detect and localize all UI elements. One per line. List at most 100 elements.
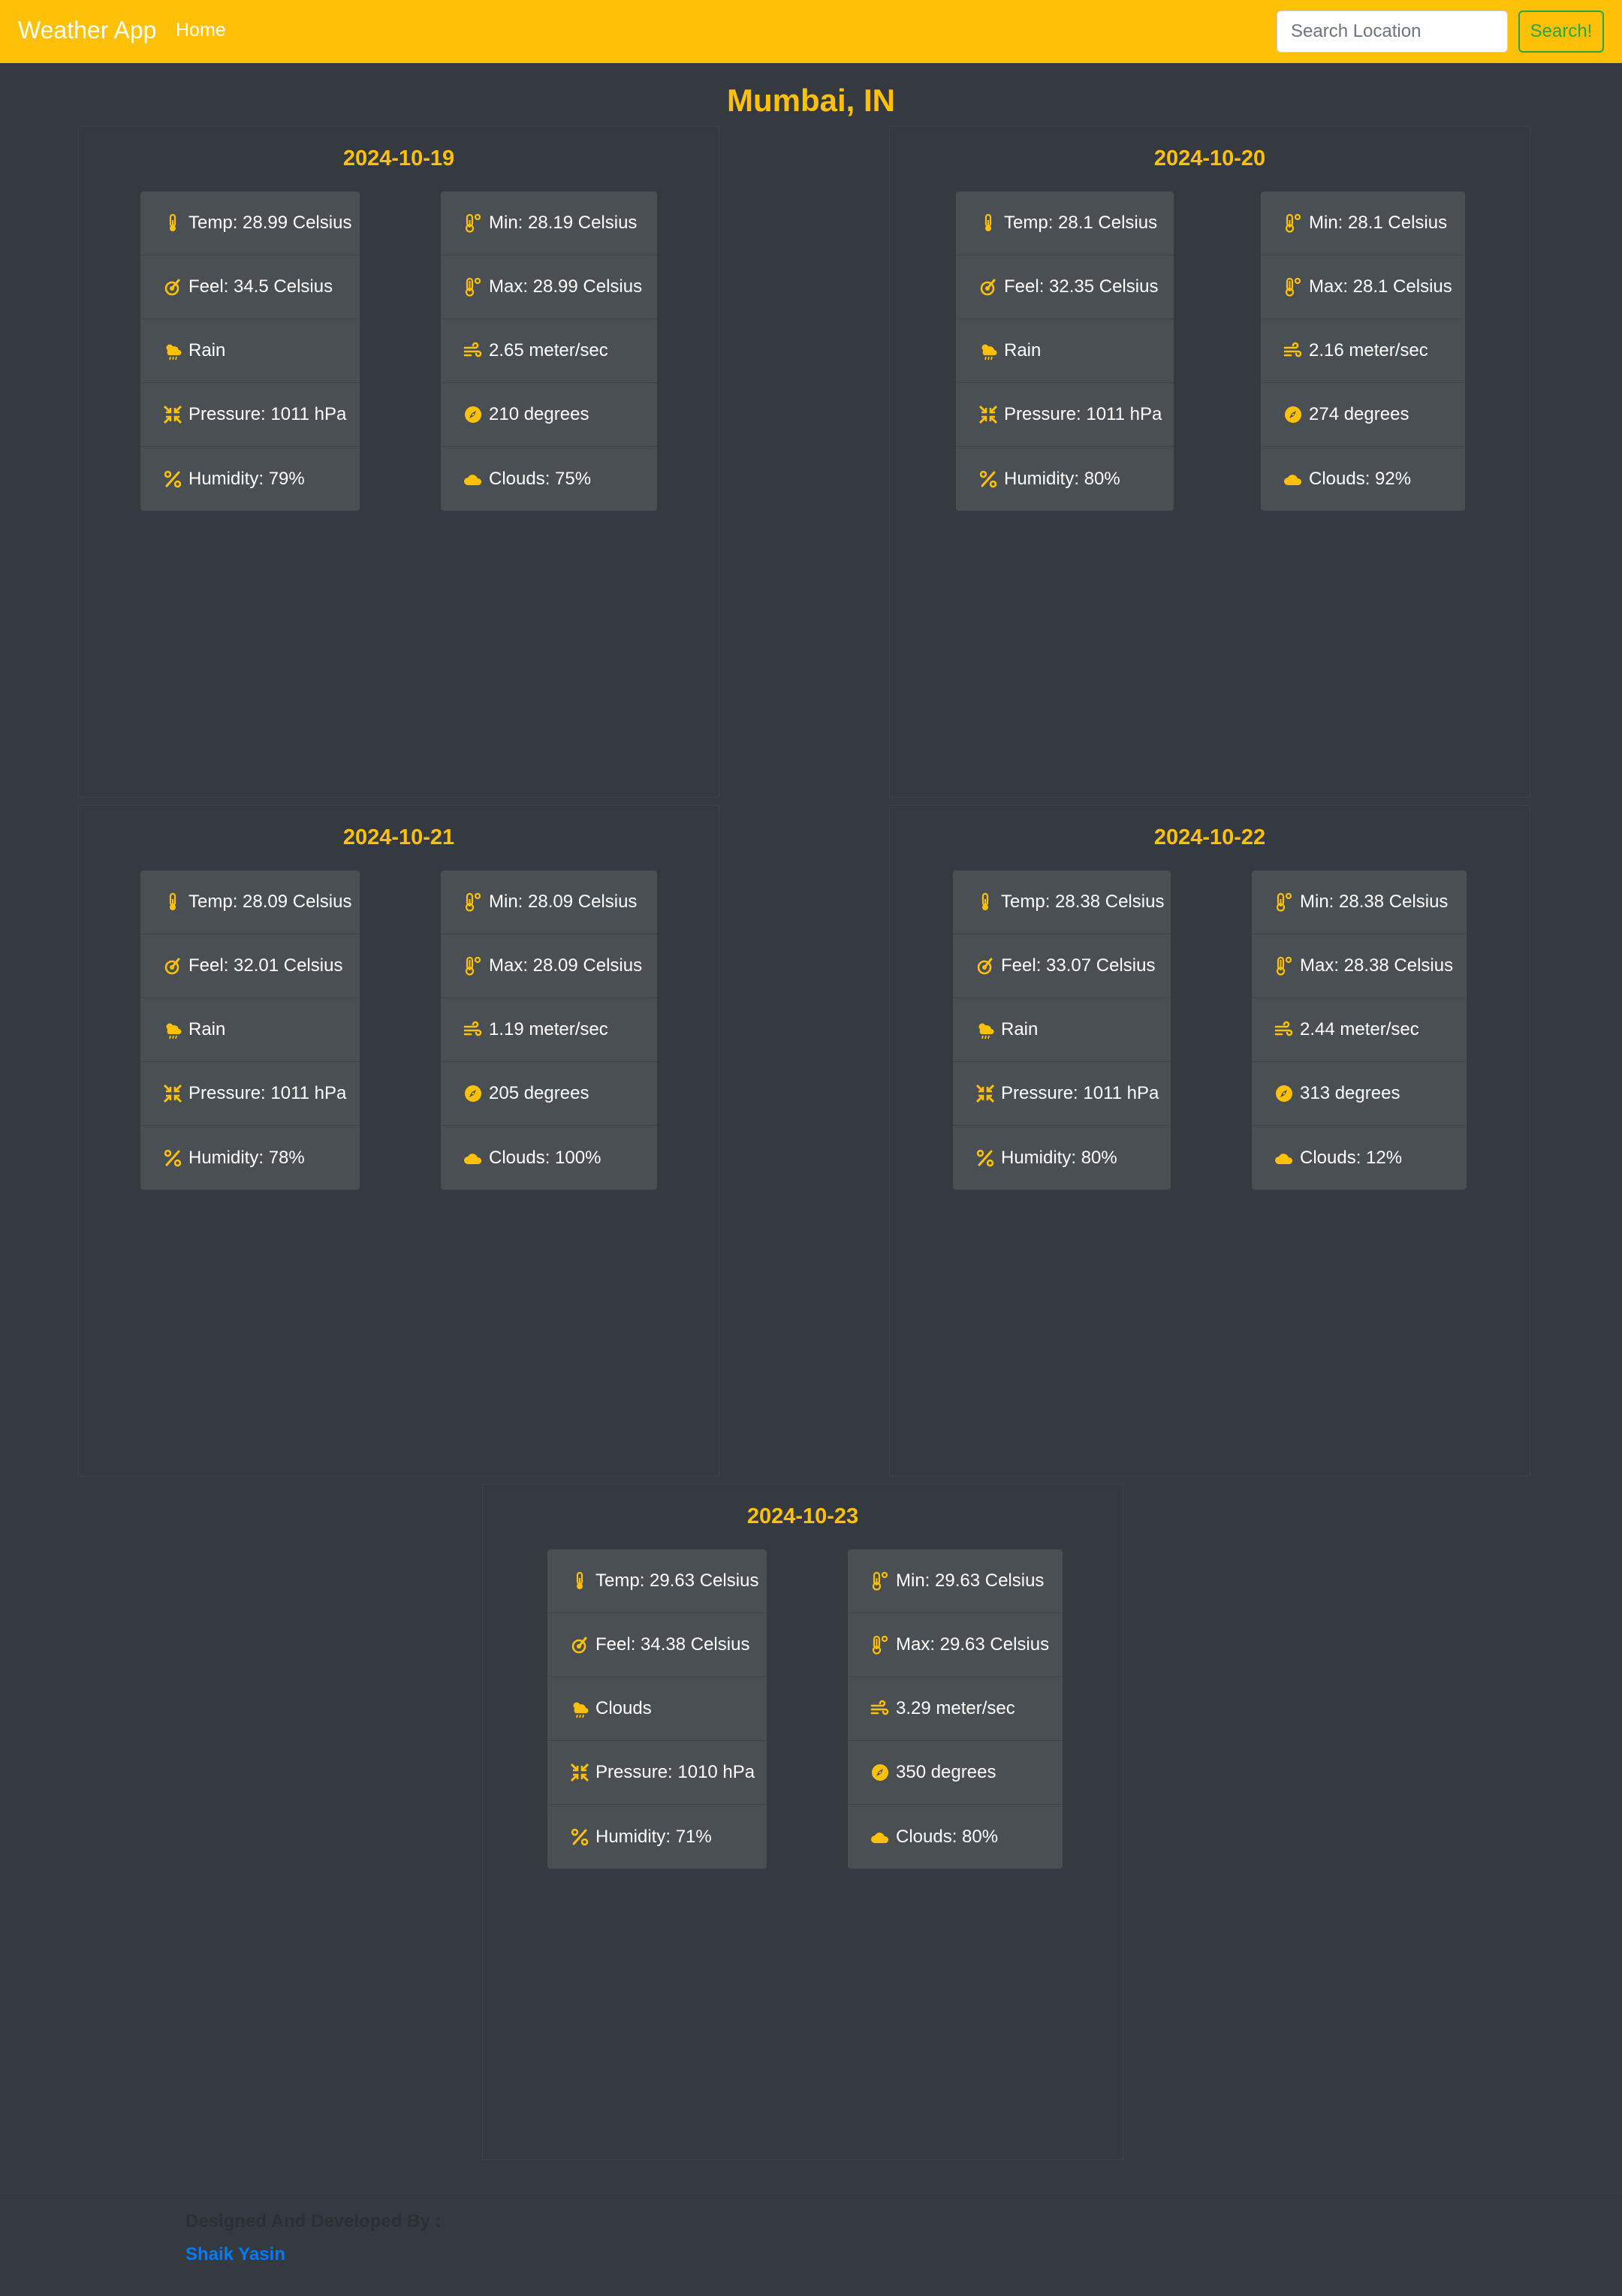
wind-icon [870, 1699, 890, 1718]
weather-item-text: Humidity: 79% [188, 468, 305, 489]
weather-item-text: Feel: 32.01 Celsius [188, 955, 343, 976]
weather-item-min: Min: 28.09 Celsius [441, 870, 657, 934]
weather-item-pressure: Pressure: 1010 hPa [547, 1741, 767, 1805]
weather-item-clouds: Clouds: 100% [441, 1126, 657, 1190]
sun-rain-icon [975, 1020, 995, 1039]
weather-item-temp: Temp: 28.99 Celsius [140, 192, 360, 255]
weather-item-feel: Feel: 32.35 Celsius [956, 255, 1174, 319]
day-date: 2024-10-22 [1153, 825, 1266, 849]
percent-icon [163, 469, 182, 489]
pressure-icon [570, 1763, 589, 1782]
search-input[interactable] [1277, 11, 1508, 53]
thermometer-degree-icon [463, 956, 483, 976]
weather-list-right: Min: 28.1 Celsius Max: 28.1 Celsius 2.16 m… [1261, 192, 1465, 511]
thermometer-icon [975, 892, 995, 912]
weather-item-text: Rain [1001, 1019, 1039, 1039]
percent-icon [163, 1148, 182, 1168]
weather-item-text: Pressure: 1010 hPa [595, 1762, 755, 1782]
thermometer-degree-icon [463, 213, 483, 233]
weather-item-direction: 313 degrees [1252, 1062, 1467, 1126]
weather-item-condition: Rain [956, 319, 1174, 383]
thermometer-degree-icon [1274, 956, 1294, 976]
weather-item-max: Max: 28.09 Celsius [441, 934, 657, 998]
weather-item-condition: Rain [140, 998, 360, 1062]
navbar: Weather App Home Search! [0, 0, 1622, 63]
weather-item-condition: Clouds [547, 1677, 767, 1741]
weather-item-text: Humidity: 80% [1004, 468, 1120, 489]
weather-item-pressure: Pressure: 1011 hPa [956, 383, 1174, 447]
cloud-icon [1274, 1148, 1294, 1168]
day-date: 2024-10-21 [342, 825, 455, 849]
weather-item-feel: Feel: 33.07 Celsius [953, 934, 1171, 998]
weather-item-max: Max: 29.63 Celsius [848, 1613, 1063, 1677]
thermometer-icon [978, 213, 998, 233]
weather-item-text: Clouds: 12% [1300, 1147, 1403, 1168]
weather-item-clouds: Clouds: 92% [1261, 447, 1465, 511]
weather-item-text: Pressure: 1011 hPa [1004, 404, 1162, 424]
weather-item-text: Pressure: 1011 hPa [188, 404, 347, 424]
weather-item-text: Feel: 34.5 Celsius [188, 276, 333, 297]
city-title: Mumbai, IN [726, 83, 895, 118]
weather-item-humidity: Humidity: 71% [547, 1805, 767, 1869]
sun-rain-icon [163, 1020, 182, 1039]
weather-item-feel: Feel: 34.5 Celsius [140, 255, 360, 319]
pressure-icon [978, 405, 998, 424]
weather-item-min: Min: 28.38 Celsius [1252, 870, 1467, 934]
feel-icon [163, 956, 182, 976]
feel-icon [975, 956, 995, 976]
weather-item-humidity: Humidity: 80% [953, 1126, 1171, 1190]
weather-item-feel: Feel: 32.01 Celsius [140, 934, 360, 998]
weather-item-wind: 3.29 meter/sec [848, 1677, 1063, 1741]
sun-rain-icon [163, 341, 182, 361]
footer-label: Designed And Developed By : [185, 2211, 442, 2231]
weather-item-text: Temp: 28.1 Celsius [1004, 213, 1158, 233]
weather-item-text: Max: 28.09 Celsius [489, 955, 643, 976]
weather-item-wind: 1.19 meter/sec [441, 998, 657, 1062]
day-date: 2024-10-23 [746, 1504, 859, 1528]
weather-item-text: 3.29 meter/sec [896, 1698, 1015, 1718]
day-date: 2024-10-20 [1153, 146, 1266, 170]
nav-home-link[interactable]: Home [176, 20, 226, 41]
weather-item-pressure: Pressure: 1011 hPa [953, 1062, 1171, 1126]
weather-item-text: Pressure: 1011 hPa [1001, 1083, 1159, 1103]
thermometer-degree-icon [1283, 213, 1303, 233]
weather-item-wind: 2.16 meter/sec [1261, 319, 1465, 383]
pressure-icon [163, 405, 182, 424]
weather-item-humidity: Humidity: 79% [140, 447, 360, 511]
weather-item-text: Max: 28.1 Celsius [1309, 276, 1452, 297]
cloud-icon [463, 1148, 483, 1168]
weather-item-text: 274 degrees [1309, 404, 1409, 424]
weather-list-right: Min: 29.63 Celsius Max: 29.63 Celsius 3.29… [848, 1549, 1063, 1869]
wind-icon [463, 341, 483, 361]
weather-item-min: Min: 28.1 Celsius [1261, 192, 1465, 255]
weather-item-pressure: Pressure: 1011 hPa [140, 383, 360, 447]
weather-list-left: Temp: 29.63 Celsius Feel: 34.38 Celsius Cl… [547, 1549, 767, 1869]
weather-item-direction: 210 degrees [441, 383, 657, 447]
weather-item-min: Min: 29.63 Celsius [848, 1549, 1063, 1613]
sun-rain-icon [978, 341, 998, 361]
thermometer-degree-icon [1283, 277, 1303, 297]
weather-item-condition: Rain [953, 998, 1171, 1062]
search-button[interactable]: Search! [1518, 11, 1604, 53]
compass-icon [1283, 405, 1303, 424]
day-card: 2024-10-21 Temp: 28.09 Celsius Feel: 32.01… [78, 805, 719, 1477]
weather-item-direction: 274 degrees [1261, 383, 1465, 447]
weather-item-wind: 2.44 meter/sec [1252, 998, 1467, 1062]
wind-icon [1274, 1020, 1294, 1039]
brand-link[interactable]: Weather App [18, 17, 156, 44]
weather-item-text: Clouds: 92% [1309, 468, 1412, 489]
weather-item-text: Pressure: 1011 hPa [188, 1083, 347, 1103]
weather-item-text: 2.65 meter/sec [489, 340, 608, 361]
weather-item-text: 2.44 meter/sec [1300, 1019, 1419, 1039]
weather-item-clouds: Clouds: 80% [848, 1805, 1063, 1869]
weather-item-text: 313 degrees [1300, 1083, 1400, 1103]
thermometer-degree-icon [1274, 892, 1294, 912]
weather-item-temp: Temp: 28.38 Celsius [953, 870, 1171, 934]
footer-author-link[interactable]: Shaik Yasin [185, 2244, 285, 2265]
pressure-icon [975, 1084, 995, 1103]
weather-item-text: Max: 28.38 Celsius [1300, 955, 1454, 976]
feel-icon [570, 1635, 589, 1655]
thermometer-degree-icon [463, 277, 483, 297]
compass-icon [463, 1084, 483, 1103]
cloud-icon [1283, 469, 1303, 489]
